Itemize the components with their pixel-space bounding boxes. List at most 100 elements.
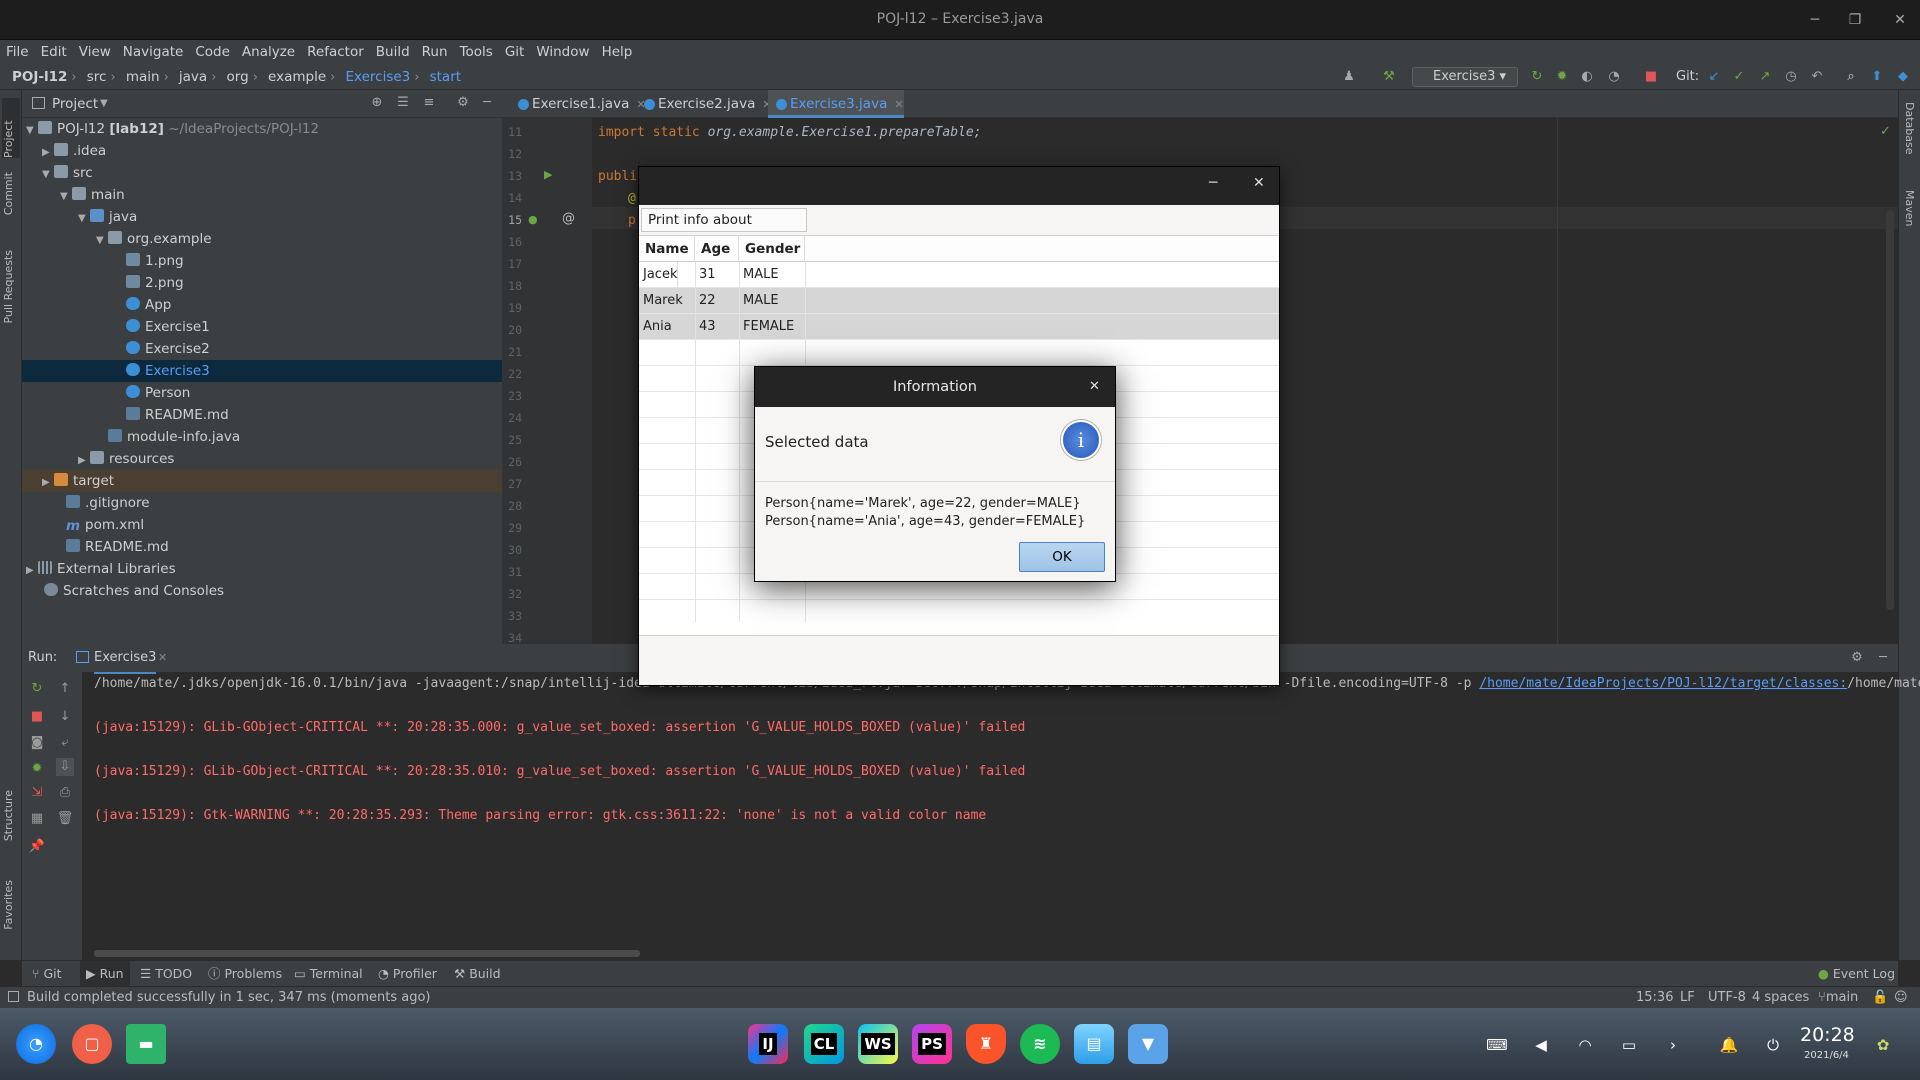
camera-icon[interactable]: ◙ (28, 734, 46, 752)
tree-item-pom[interactable]: m pom.xml (22, 514, 502, 536)
rerun-icon[interactable]: ↻ (1528, 68, 1546, 86)
menu-run[interactable]: Run (416, 40, 454, 64)
console-link[interactable]: /home/mate/IdeaProjects/POJ-l12/target/c… (1479, 676, 1847, 691)
status-encoding[interactable]: UTF-8 (1708, 987, 1746, 1009)
strip-structure[interactable]: Structure (2, 790, 15, 841)
ok-button[interactable]: OK (1019, 542, 1105, 572)
ide-update-icon[interactable]: ⬆ (1868, 68, 1886, 86)
menu-refactor[interactable]: Refactor (301, 40, 370, 64)
notification-bell-icon[interactable]: 🔔 (1718, 1034, 1740, 1056)
breadcrumb-class[interactable]: Exercise3 (346, 64, 411, 90)
console-h-scrollbar[interactable] (94, 950, 640, 957)
close-icon[interactable]: ✕ (1890, 10, 1910, 30)
strip-commit[interactable]: Commit (2, 172, 15, 215)
tab-exercise2[interactable]: Exercise2.java ✕ (636, 90, 772, 118)
debug-icon[interactable]: ✹ (1553, 68, 1571, 86)
tree-item-module-info[interactable]: module-info.java (22, 426, 502, 448)
battery-icon[interactable]: ▭ (1618, 1034, 1640, 1056)
menu-window[interactable]: Window (530, 40, 595, 64)
expand-all-icon[interactable]: ☰ (394, 94, 412, 112)
menu-code[interactable]: Code (189, 40, 236, 64)
table-row[interactable] (639, 314, 1279, 340)
tree-item-target[interactable]: ▶ target (22, 470, 502, 492)
multitask-icon[interactable]: ▢ (72, 1024, 112, 1064)
taskbar-app-webstorm[interactable]: WS (858, 1024, 898, 1064)
exit-icon[interactable]: ⇲ (28, 784, 46, 802)
spotify-icon[interactable]: ≋ (1020, 1024, 1060, 1064)
tool-tab-event-log[interactable]: ● Event Log (1818, 961, 1895, 987)
run-gutter-icon[interactable]: ▶ (544, 168, 552, 181)
scroll-to-end-icon[interactable]: ⇩ (56, 758, 74, 776)
breadcrumb-org[interactable]: org (227, 64, 249, 90)
status-indent[interactable]: 4 spaces (1752, 987, 1809, 1009)
inspection-ok-icon[interactable]: ✓ (1880, 124, 1891, 139)
breadcrumb-main[interactable]: main (126, 64, 160, 90)
chevron-down-icon[interactable]: ▼ (100, 90, 108, 118)
tree-item-1png[interactable]: 1.png (22, 250, 502, 272)
strip-project[interactable]: Project (2, 98, 20, 158)
user-icon[interactable]: ♟ (1340, 68, 1358, 86)
git-push-icon[interactable]: ↗ (1756, 68, 1774, 86)
soft-wrap-icon[interactable]: ⤶ (56, 734, 74, 752)
menu-git[interactable]: Git (499, 40, 531, 64)
coverage-icon[interactable]: ◐ (1578, 68, 1596, 86)
tab-exercise1[interactable]: Exercise1.java ✕ (510, 90, 646, 118)
keyboard-icon[interactable]: ⌨ (1486, 1034, 1508, 1056)
close-icon[interactable]: ✕ (1089, 367, 1100, 407)
table-row[interactable] (639, 262, 1279, 288)
column-header-gender[interactable]: Gender (739, 236, 805, 262)
run-config-select[interactable]: Exercise3 ▾ (1412, 67, 1518, 87)
git-history-icon[interactable]: ◷ (1782, 68, 1800, 86)
volume-icon[interactable]: ◀ (1530, 1034, 1552, 1056)
restore-icon[interactable]: ❐ (1845, 10, 1865, 30)
git-update-icon[interactable]: ↙ (1705, 68, 1723, 86)
tree-item-main[interactable]: ▼ main (22, 184, 502, 206)
build-hammer-icon[interactable]: ⚒ (1380, 68, 1398, 86)
close-run-tab-icon[interactable]: ✕ (158, 644, 167, 672)
status-branch[interactable]: ⑂main (1818, 987, 1858, 1009)
tree-item-external-libraries[interactable]: ▶ External Libraries (22, 558, 502, 580)
wifi-icon[interactable]: ◠ (1574, 1034, 1596, 1056)
override-gutter-icon[interactable]: ● (528, 213, 538, 226)
status-message[interactable]: Build completed successfully in 1 sec, 3… (27, 987, 431, 1009)
status-position[interactable]: 15:36 (1636, 987, 1673, 1009)
tree-item-idea[interactable]: ▶ .idea (22, 140, 502, 162)
git-rollback-icon[interactable]: ↶ (1808, 68, 1826, 86)
profile-icon[interactable]: ◔ (1605, 68, 1623, 86)
menu-edit[interactable]: Edit (35, 40, 73, 64)
editor-scrollbar[interactable] (1886, 210, 1894, 610)
brave-browser-icon[interactable]: ♜ (966, 1024, 1006, 1064)
menu-file[interactable]: File (0, 40, 35, 64)
pin-icon[interactable]: 📌 (28, 838, 46, 856)
tool-tab-run[interactable]: ▶ Run (80, 961, 130, 987)
status-square-icon[interactable] (8, 991, 19, 1002)
strip-database[interactable]: Database (1903, 102, 1916, 155)
tree-item-readme-inner[interactable]: README.md (22, 404, 502, 426)
menu-tools[interactable]: Tools (454, 40, 499, 64)
tree-item-exercise3[interactable]: Exercise3 (22, 360, 502, 382)
breadcrumb-project[interactable]: POJ-l12 (12, 64, 67, 90)
strip-favorites[interactable]: Favorites (2, 880, 15, 930)
menu-navigate[interactable]: Navigate (117, 40, 190, 64)
inspector-icon[interactable]: ☺ (1894, 987, 1908, 1009)
tree-item-scratches[interactable]: Scratches and Consoles (22, 580, 502, 602)
breadcrumb-java[interactable]: java (179, 64, 207, 90)
tab-exercise3[interactable]: Exercise3.java ✕ (768, 90, 904, 118)
down-icon[interactable]: ↓ (56, 708, 74, 726)
menu-help[interactable]: Help (596, 40, 639, 64)
close-tab-icon[interactable]: ✕ (894, 98, 903, 111)
tool-tab-todo[interactable]: ☰ TODO (140, 961, 192, 987)
tree-item-exercise1[interactable]: Exercise1 (22, 316, 502, 338)
tree-item-org-example[interactable]: ▼ org.example (22, 228, 502, 250)
taskbar-app-clion[interactable]: CL (804, 1024, 844, 1064)
strip-pull-requests[interactable]: Pull Requests (2, 250, 15, 323)
print-icon[interactable]: ⎙ (56, 784, 74, 802)
column-header-name[interactable]: Name (639, 236, 695, 262)
locate-icon[interactable]: ⊕ (368, 94, 386, 112)
menu-analyze[interactable]: Analyze (236, 40, 301, 64)
tree-item-resources[interactable]: ▶ resources (22, 448, 502, 470)
chevron-right-icon[interactable]: › (1662, 1034, 1684, 1056)
clock-time[interactable]: 20:28 (1800, 1024, 1855, 1046)
run-tab-exercise3[interactable]: Exercise3 (94, 644, 157, 674)
breadcrumb-src[interactable]: src (87, 64, 107, 90)
